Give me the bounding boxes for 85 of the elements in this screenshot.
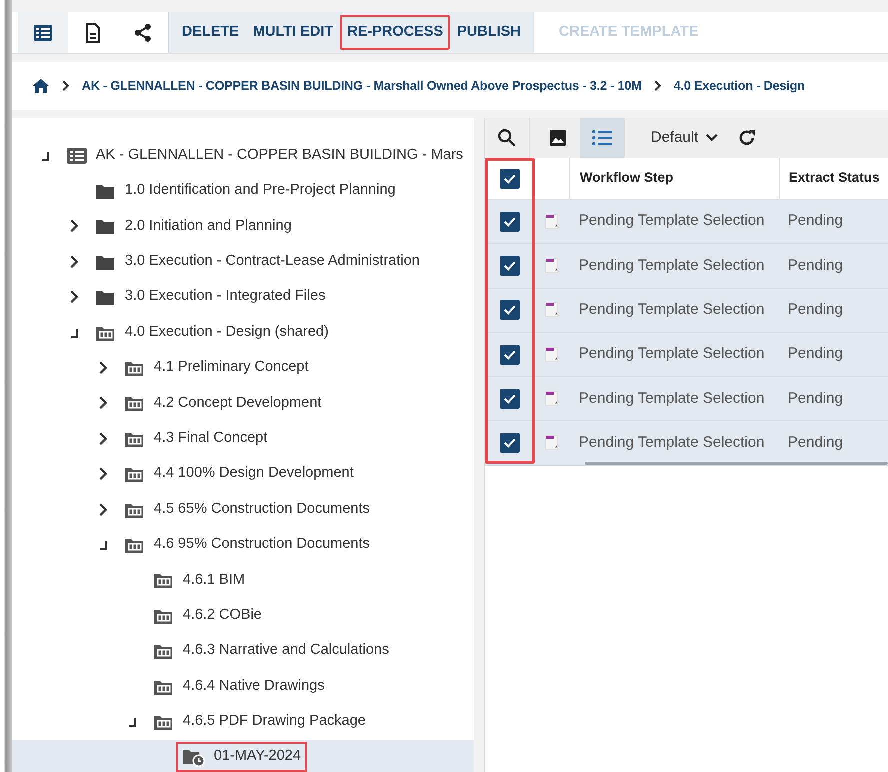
shared-folder-icon [124, 394, 146, 412]
list-icon [592, 130, 612, 146]
shared-folder-icon [153, 642, 175, 660]
chevron-icon [62, 80, 70, 92]
file-icon [545, 258, 559, 274]
tree-item[interactable]: 4.4 100% Design Development [118, 459, 360, 490]
check-icon [504, 305, 516, 316]
scrollbar[interactable] [585, 462, 888, 465]
checkbox[interactable] [500, 212, 520, 232]
checkbox[interactable] [500, 256, 520, 276]
file-icon [545, 390, 559, 407]
tree-item[interactable]: 4.6.5 PDF Drawing Package [147, 707, 372, 737]
file-icon [545, 214, 559, 230]
tree-item[interactable]: 4.6 95% Construction Documents [118, 530, 376, 560]
checkbox[interactable] [500, 344, 520, 365]
folder-icon [95, 217, 117, 236]
table-row[interactable]: Pending Template Selection Pending [485, 288, 888, 333]
tree-item[interactable]: 4.3 Final Concept [118, 424, 274, 454]
project-list-icon [66, 146, 88, 165]
checkbox[interactable] [500, 168, 520, 188]
document-icon [85, 22, 101, 42]
folder-icon [95, 288, 117, 306]
table-cell-text: Pending Template Selection [578, 432, 766, 453]
tree-item[interactable]: AK - GLENNALLEN - COPPER BASIN BUILDING - Mars [60, 140, 470, 171]
checkbox[interactable] [500, 433, 520, 454]
share-icon [133, 22, 153, 42]
table-row[interactable]: Pending Template Selection Pending [485, 421, 888, 466]
tree-item[interactable]: 4.6.3 Narrative and Calculations [147, 636, 396, 666]
tree-item[interactable]: 4.6.2 COBie [147, 600, 268, 631]
dated-folder-icon [182, 747, 206, 768]
image-icon [549, 129, 567, 147]
table-cell-text: Pending [787, 432, 844, 453]
tree-item[interactable]: 3.0 Execution - Contract-Lease Administration [89, 246, 426, 277]
table-cell-text: Pending [787, 256, 844, 276]
tree-item[interactable]: 4.6.1 BIM [147, 566, 252, 596]
tree-item[interactable]: 4.6.4 Native Drawings [147, 672, 331, 702]
tree-item[interactable]: 2.0 Initiation and Planning [89, 212, 298, 242]
chevron-icon [654, 80, 662, 92]
check-icon [504, 216, 516, 227]
breadcrumb-link[interactable]: 4.0 Execution - Design [674, 76, 805, 96]
table-row[interactable]: Pending Template Selection Pending [485, 332, 888, 378]
shared-folder-icon [124, 465, 146, 484]
tree-item[interactable]: 4.5 65% Construction Documents [118, 494, 376, 524]
check-icon [504, 438, 516, 448]
tree-item[interactable]: 3.0 Execution - Integrated Files [89, 282, 332, 312]
checkbox[interactable] [500, 388, 520, 409]
table-cell-text: Pending [787, 211, 844, 232]
table-cell-text: Pending [787, 344, 844, 364]
table-cell-text: Pending Template Selection [578, 388, 766, 409]
tree-item[interactable]: 1.0 Identification and Pre-Project Planning [89, 176, 402, 206]
check-icon [504, 350, 516, 360]
table-cell-text: Pending Template Selection [578, 344, 766, 364]
view-toggle-button[interactable] [18, 12, 68, 53]
table-row[interactable]: Pending Template Selection Pending [485, 244, 888, 289]
search-icon [497, 128, 517, 148]
shared-folder-icon [153, 571, 175, 590]
file-icon [545, 346, 559, 363]
check-icon [504, 260, 516, 271]
shared-folder-icon [124, 359, 146, 378]
tree-item[interactable]: 01-MAY-2024 [176, 742, 308, 772]
table-cell-text: Pending Template Selection [578, 256, 766, 276]
layout-dropdown[interactable]: Default [645, 126, 725, 150]
tree-item[interactable]: 4.1 Preliminary Concept [118, 353, 315, 383]
action-button[interactable]: DELETE [175, 15, 246, 50]
list-view-button[interactable] [580, 118, 624, 158]
check-icon [504, 174, 516, 184]
table-cell-text: Pending [787, 388, 844, 409]
file-icon [545, 302, 559, 318]
table-row[interactable]: Pending Template Selection Pending [485, 377, 888, 422]
table-cell-text: Pending Template Selection [578, 211, 766, 232]
file-icon [545, 435, 559, 452]
action-button[interactable]: RE-PROCESS [340, 15, 450, 50]
check-icon [504, 394, 516, 404]
action-button[interactable]: MULTI EDIT [246, 15, 340, 50]
table-row[interactable]: Pending Template Selection Pending [485, 200, 888, 244]
caret-icon [704, 133, 719, 143]
tree-item[interactable]: 4.2 Concept Development [118, 388, 328, 418]
table-icon [33, 24, 53, 42]
breadcrumb-link[interactable]: AK - GLENNALLEN - COPPER BASIN BUILDING - Marshall Owned Above Prospectus - 3.2 - 10M [82, 76, 642, 96]
action-button[interactable]: PUBLISH [450, 15, 528, 50]
table-cell-text: Pending Template Selection [578, 300, 766, 320]
folder-icon [95, 182, 117, 200]
table-cell-text: Pending [787, 300, 844, 320]
checkbox[interactable] [500, 300, 520, 320]
tree-item[interactable]: 4.0 Execution - Design (shared) [89, 318, 335, 348]
